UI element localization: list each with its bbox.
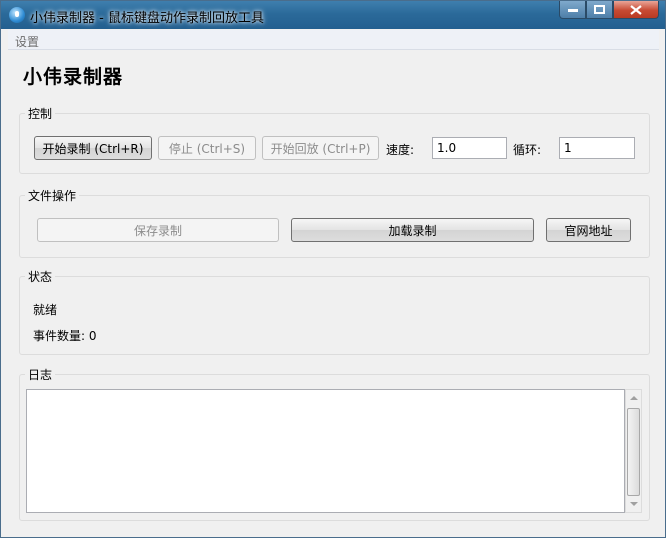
scroll-up-icon[interactable] [630,396,638,400]
load-recording-button[interactable]: 加载录制 [291,218,534,242]
speed-input[interactable]: 1.0 [432,137,507,159]
maximize-button[interactable] [586,1,613,19]
file-ops-group-label: 文件操作 [25,187,80,204]
maximize-icon [594,5,605,14]
page-title: 小伟录制器 [23,66,124,88]
start-record-button[interactable]: 开始录制 (Ctrl+R) [34,136,152,160]
minimize-icon [567,8,578,12]
speed-label: 速度: [386,143,415,157]
event-count-text: 事件数量: 0 [33,329,97,343]
status-group: 状态 [19,268,650,355]
loop-input[interactable]: 1 [559,137,635,159]
menu-item-settings[interactable]: 设置 [15,33,39,50]
minimize-button[interactable] [559,1,586,19]
window-controls [559,1,659,21]
main-content: 小伟录制器 控制 开始录制 (Ctrl+R) 停止 (Ctrl+S) 开始回放 … [8,50,659,532]
website-button[interactable]: 官网地址 [546,218,631,242]
stop-button[interactable]: 停止 (Ctrl+S) [158,136,256,160]
scroll-down-icon[interactable] [630,502,638,506]
log-textarea[interactable] [26,389,625,513]
loop-label: 循环: [513,143,542,157]
control-group-label: 控制 [25,105,56,122]
start-playback-button[interactable]: 开始回放 (Ctrl+P) [262,136,379,160]
app-window: 小伟录制器 - 鼠标键盘动作录制回放工具 设置 小伟录制器 控制 开始录制 (C… [0,0,666,538]
menu-bar: 设置 [8,30,659,50]
title-bar[interactable]: 小伟录制器 - 鼠标键盘动作录制回放工具 [1,1,665,29]
save-recording-button[interactable]: 保存录制 [37,218,279,242]
close-icon [630,4,642,15]
window-title: 小伟录制器 - 鼠标键盘动作录制回放工具 [30,11,264,26]
app-logo-icon [9,7,25,23]
status-group-label: 状态 [25,268,56,285]
status-state-text: 就绪 [33,303,58,317]
log-scrollbar[interactable] [625,389,642,513]
scroll-thumb[interactable] [627,408,640,496]
log-group-label: 日志 [25,366,56,383]
close-button[interactable] [613,1,659,19]
